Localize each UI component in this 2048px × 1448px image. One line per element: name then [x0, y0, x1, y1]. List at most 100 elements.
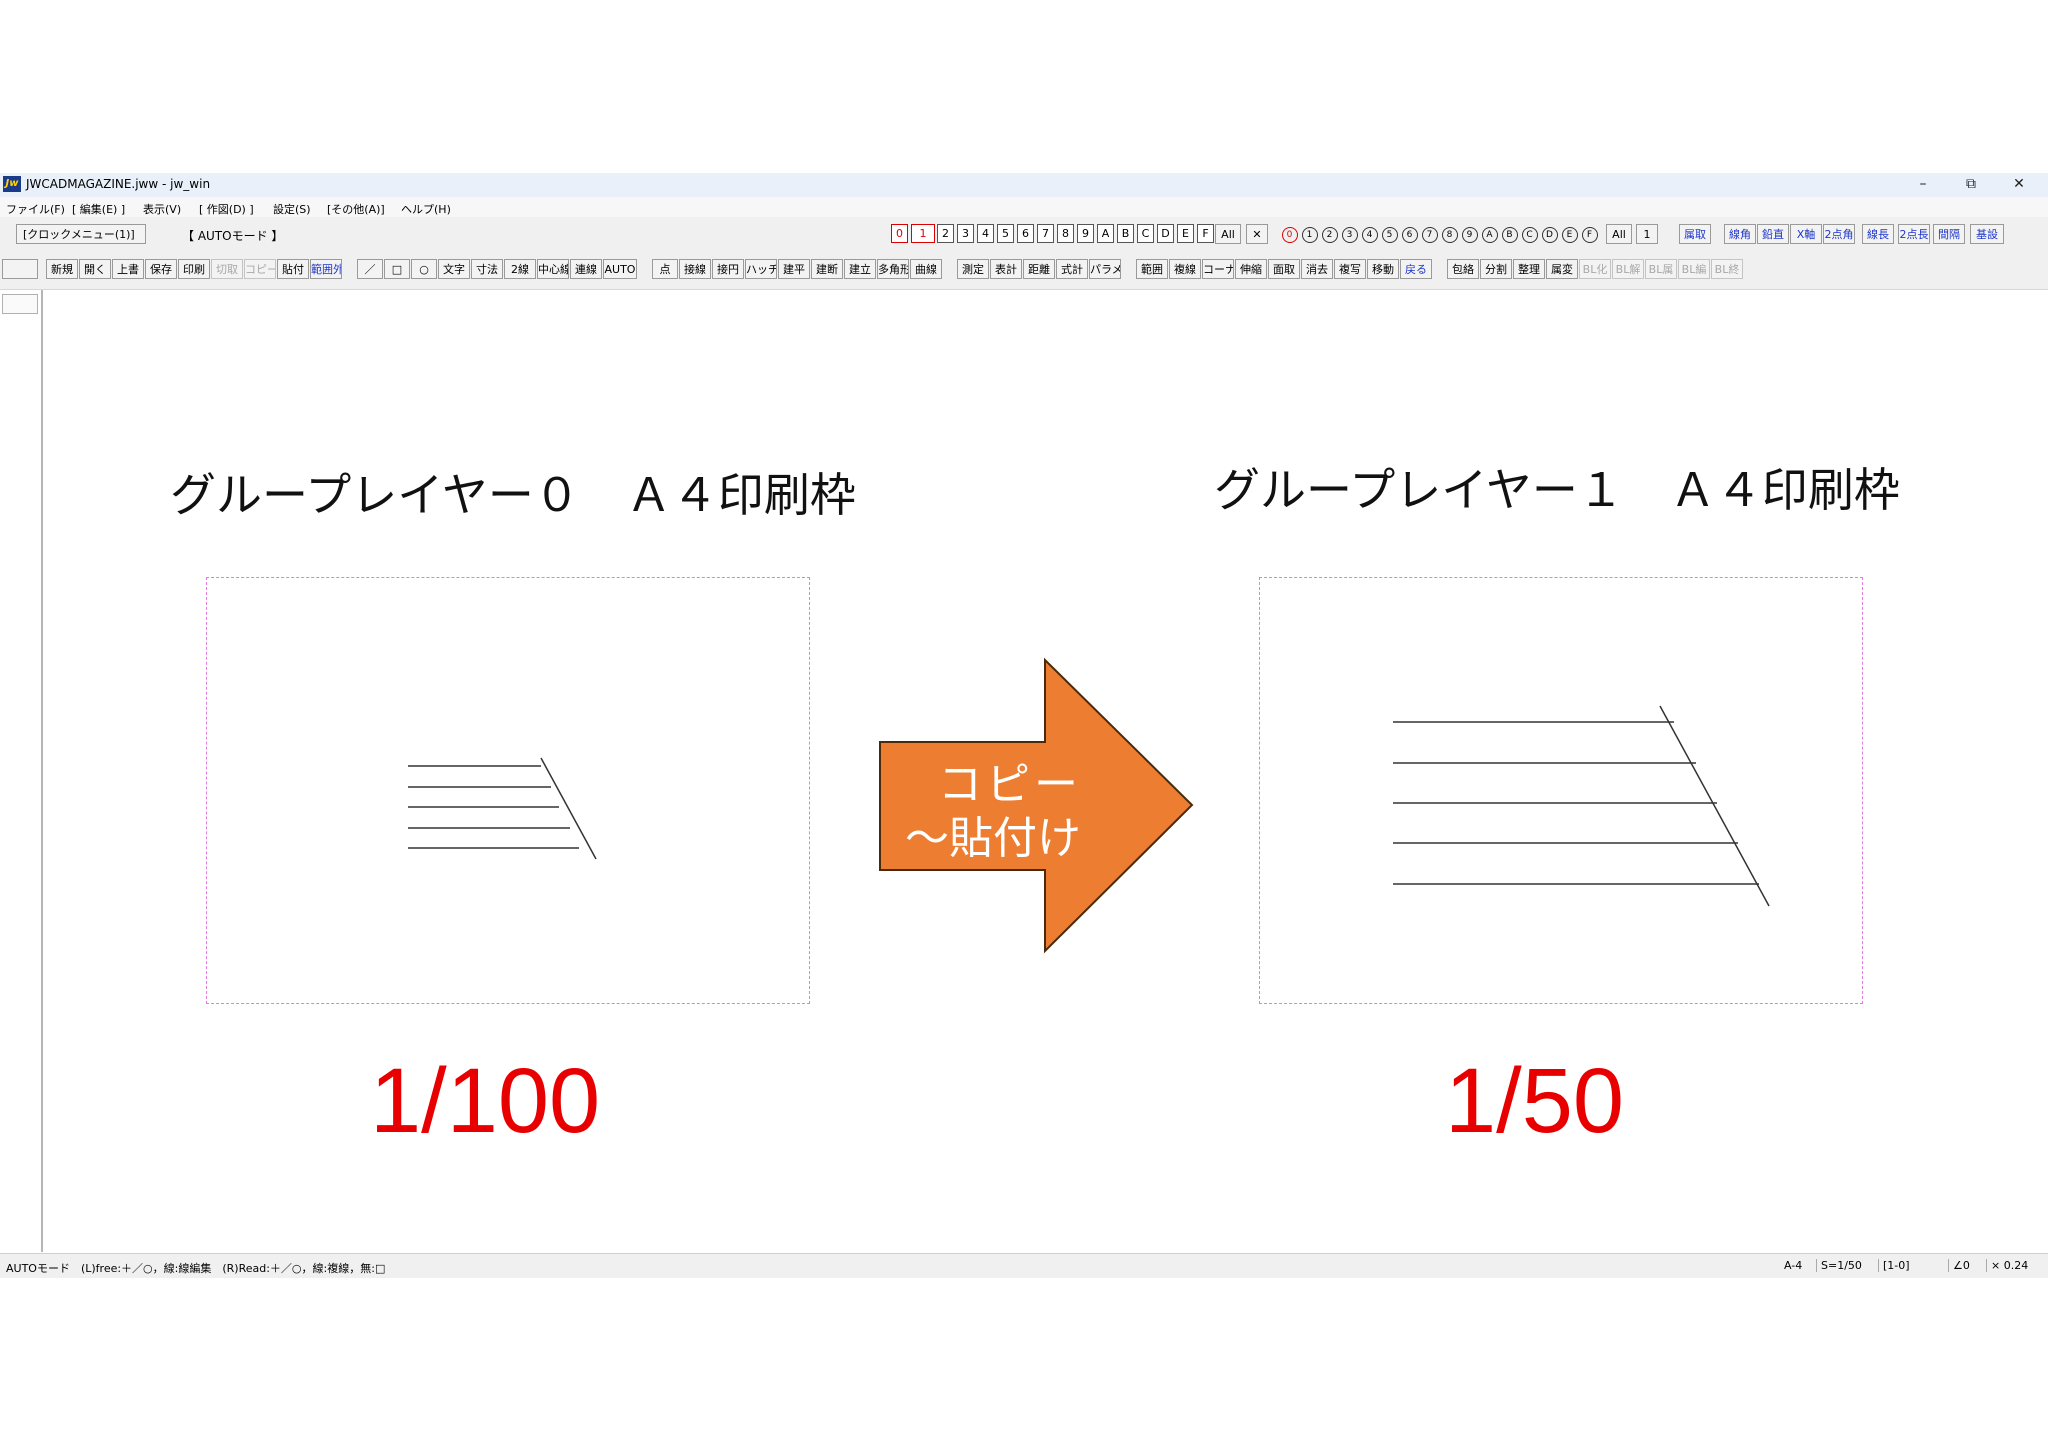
cmd-button-47[interactable]: BL属: [1645, 259, 1677, 279]
cmd-button-4[interactable]: 印刷: [178, 259, 210, 279]
cmd-button-16[interactable]: 連線: [570, 259, 602, 279]
cmd-button-3[interactable]: 保存: [145, 259, 177, 279]
layer-button-E[interactable]: E: [1177, 224, 1194, 243]
cmd-button-46[interactable]: BL解: [1612, 259, 1644, 279]
cmd-button-38[interactable]: 複写: [1334, 259, 1366, 279]
restore-button[interactable]: ⧉: [1948, 173, 1994, 197]
layer-button-A[interactable]: A: [1097, 224, 1114, 243]
cmd-button-14[interactable]: 2線: [504, 259, 536, 279]
cmd-button-10[interactable]: □: [384, 259, 410, 279]
cmd-button-45[interactable]: BL化: [1579, 259, 1611, 279]
cmd-button-31[interactable]: パラメ: [1089, 259, 1121, 279]
layer-button-6[interactable]: 6: [1017, 224, 1034, 243]
cmd-button-7[interactable]: 貼付: [277, 259, 309, 279]
cmd-button-32[interactable]: 範囲: [1136, 259, 1168, 279]
clock-menu-button[interactable]: [クロックメニュー(1)]: [16, 224, 146, 244]
paper-size[interactable]: A-4: [1780, 1259, 1802, 1272]
group-layer-button-C[interactable]: C: [1520, 224, 1539, 243]
right-cmd-3[interactable]: X軸: [1790, 224, 1822, 244]
layer-button-2[interactable]: 2: [937, 224, 954, 243]
menu-settings[interactable]: 設定(S): [273, 201, 311, 217]
cmd-button-49[interactable]: BL終: [1711, 259, 1743, 279]
line-style-button[interactable]: [2, 259, 38, 279]
group-layer-button-3[interactable]: 3: [1340, 224, 1359, 243]
cmd-button-44[interactable]: 属変: [1546, 259, 1578, 279]
group-layer-button-6[interactable]: 6: [1400, 224, 1419, 243]
cmd-button-8[interactable]: 範囲外: [310, 259, 342, 279]
menu-draw[interactable]: [ 作図(D) ]: [199, 201, 254, 217]
layer-button-0[interactable]: 0: [891, 224, 908, 243]
group-layer-button-D[interactable]: D: [1540, 224, 1559, 243]
layer-button-3[interactable]: 3: [957, 224, 974, 243]
cmd-button-19[interactable]: 接線: [679, 259, 711, 279]
cmd-button-28[interactable]: 表計: [990, 259, 1022, 279]
cmd-button-1[interactable]: 開く: [79, 259, 111, 279]
group-layer-button-A[interactable]: A: [1480, 224, 1499, 243]
cmd-button-48[interactable]: BL編: [1678, 259, 1710, 279]
group-layer-button-E[interactable]: E: [1560, 224, 1579, 243]
layer-indicator[interactable]: [1-0]: [1878, 1259, 1910, 1272]
zoom-factor[interactable]: × 0.24: [1986, 1259, 2028, 1272]
right-cmd-4[interactable]: 2点角: [1823, 224, 1855, 244]
layer-button-D[interactable]: D: [1157, 224, 1174, 243]
right-cmd-1[interactable]: 線角: [1724, 224, 1756, 244]
cmd-button-26[interactable]: 曲線: [910, 259, 942, 279]
cmd-button-20[interactable]: 接円: [712, 259, 744, 279]
layer-button-F[interactable]: F: [1197, 224, 1214, 243]
right-cmd-8[interactable]: 基設: [1970, 224, 2004, 244]
right-cmd-7[interactable]: 間隔: [1933, 224, 1965, 244]
cmd-button-41[interactable]: 包絡: [1447, 259, 1479, 279]
cmd-button-39[interactable]: 移動: [1367, 259, 1399, 279]
cmd-button-5[interactable]: 切取: [211, 259, 243, 279]
group-layer-button-4[interactable]: 4: [1360, 224, 1379, 243]
cmd-button-34[interactable]: コーナー: [1202, 259, 1234, 279]
menu-help[interactable]: ヘルプ(H): [401, 201, 451, 217]
layer-button-B[interactable]: B: [1117, 224, 1134, 243]
group-all-button[interactable]: All: [1606, 224, 1632, 244]
cmd-button-6[interactable]: コピー: [244, 259, 276, 279]
close-button[interactable]: ✕: [1996, 173, 2042, 197]
cmd-button-35[interactable]: 伸縮: [1235, 259, 1267, 279]
layer-close-icon[interactable]: ✕: [1246, 224, 1268, 244]
menu-other[interactable]: [その他(A)]: [327, 201, 385, 217]
layer-button-4[interactable]: 4: [977, 224, 994, 243]
cmd-button-27[interactable]: 測定: [957, 259, 989, 279]
cmd-button-25[interactable]: 多角形: [877, 259, 909, 279]
cmd-button-0[interactable]: 新規: [46, 259, 78, 279]
layer-button-1[interactable]: 1: [911, 224, 935, 243]
group-layer-button-1[interactable]: 1: [1300, 224, 1319, 243]
menu-view[interactable]: 表示(V): [143, 201, 181, 217]
right-cmd-6[interactable]: 2点長: [1898, 224, 1930, 244]
minimize-button[interactable]: –: [1900, 173, 1946, 197]
group-layer-button-F[interactable]: F: [1580, 224, 1599, 243]
cmd-button-12[interactable]: 文字: [438, 259, 470, 279]
group-layer-button-5[interactable]: 5: [1380, 224, 1399, 243]
layer-button-9[interactable]: 9: [1077, 224, 1094, 243]
cmd-button-18[interactable]: 点: [652, 259, 678, 279]
cmd-button-40[interactable]: 戻る: [1400, 259, 1432, 279]
cmd-button-11[interactable]: ○: [411, 259, 437, 279]
group-layer-button-2[interactable]: 2: [1320, 224, 1339, 243]
cmd-button-22[interactable]: 建平: [778, 259, 810, 279]
cmd-button-17[interactable]: AUTO: [603, 259, 637, 279]
layer-button-8[interactable]: 8: [1057, 224, 1074, 243]
cmd-button-42[interactable]: 分割: [1480, 259, 1512, 279]
cmd-button-23[interactable]: 建断: [811, 259, 843, 279]
cmd-button-29[interactable]: 距離: [1023, 259, 1055, 279]
menu-file[interactable]: ファイル(F): [6, 201, 65, 217]
cmd-button-33[interactable]: 複線: [1169, 259, 1201, 279]
scale-indicator[interactable]: S=1/50: [1816, 1259, 1862, 1272]
line-type-slot[interactable]: [2, 294, 38, 314]
cmd-button-36[interactable]: 面取: [1268, 259, 1300, 279]
group-layer-button-B[interactable]: B: [1500, 224, 1519, 243]
right-cmd-0[interactable]: 属取: [1679, 224, 1711, 244]
group-number-button[interactable]: 1: [1636, 224, 1658, 244]
layer-button-5[interactable]: 5: [997, 224, 1014, 243]
group-layer-button-7[interactable]: 7: [1420, 224, 1439, 243]
right-cmd-2[interactable]: 鉛直: [1757, 224, 1789, 244]
cmd-button-15[interactable]: 中心線: [537, 259, 569, 279]
drawing-canvas[interactable]: グループレイヤー０ Ａ４印刷枠 グループレイヤー１ Ａ４印刷枠 コピー ～貼付け…: [43, 290, 2048, 1252]
layer-button-C[interactable]: C: [1137, 224, 1154, 243]
cmd-button-30[interactable]: 式計: [1056, 259, 1088, 279]
layer-button-7[interactable]: 7: [1037, 224, 1054, 243]
